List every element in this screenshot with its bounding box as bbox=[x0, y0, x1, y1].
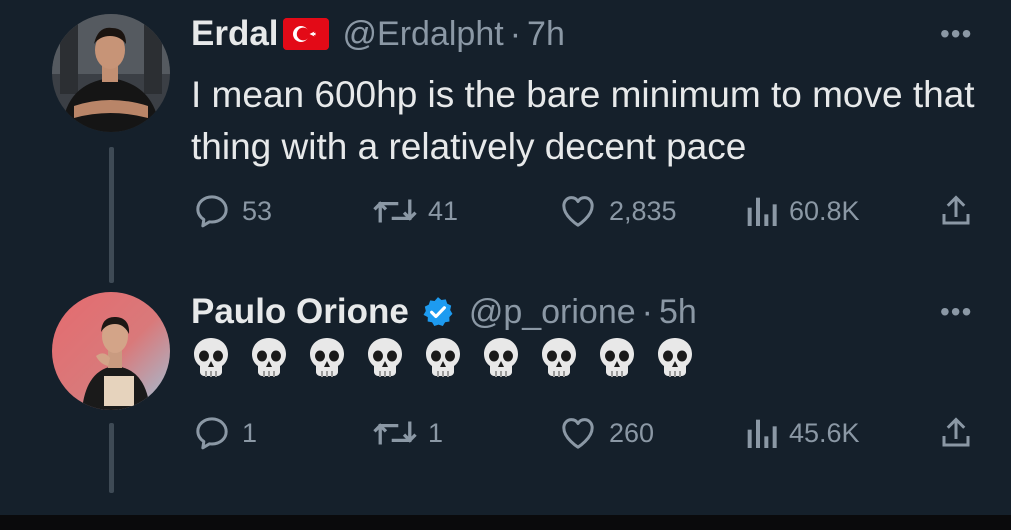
skull-emoji-icon bbox=[542, 338, 576, 377]
more-options-button[interactable]: ••• bbox=[940, 18, 972, 50]
thread-continuation-line bbox=[109, 423, 114, 493]
skull-emoji-icon bbox=[600, 338, 634, 377]
tweet-header: Paulo Orione @p_orione · 5h bbox=[191, 292, 697, 332]
views-count: 45.6K bbox=[789, 417, 860, 448]
repost-button[interactable]: 41 bbox=[372, 191, 458, 231]
share-icon bbox=[942, 417, 970, 447]
views-count: 60.8K bbox=[789, 195, 860, 226]
reply-button[interactable]: 53 bbox=[192, 191, 272, 231]
timeline-panel: Erdal @Erdalpht · 7h ••• I mean 600hp is… bbox=[0, 0, 1011, 515]
skull-emoji-icon bbox=[658, 338, 692, 377]
like-count: 260 bbox=[609, 417, 655, 448]
avatar-erdal-image bbox=[52, 14, 170, 132]
more-options-button[interactable]: ••• bbox=[940, 296, 972, 328]
bottom-edge bbox=[0, 515, 1011, 530]
share-button[interactable] bbox=[938, 413, 974, 453]
tweet-emoji-content bbox=[192, 336, 694, 382]
reply-count: 53 bbox=[242, 195, 273, 226]
skull-emoji-icon bbox=[368, 338, 402, 377]
share-button[interactable] bbox=[938, 191, 974, 231]
skull-emoji-icon bbox=[252, 338, 286, 377]
skull-emoji-icon bbox=[194, 338, 228, 377]
repost-icon bbox=[373, 421, 417, 445]
repost-icon bbox=[373, 199, 417, 223]
repost-count: 1 bbox=[428, 417, 444, 448]
repost-button[interactable]: 1 bbox=[372, 413, 443, 453]
tweet-header: Erdal @Erdalpht · 7h bbox=[191, 14, 565, 54]
skull-emoji-icon bbox=[310, 338, 344, 377]
views-button[interactable]: 60.8K bbox=[743, 191, 860, 231]
separator-dot: · bbox=[509, 14, 522, 53]
skull-emoji-icon bbox=[484, 338, 518, 377]
views-button[interactable]: 45.6K bbox=[743, 413, 860, 453]
reply-button[interactable]: 1 bbox=[192, 413, 257, 453]
verified-badge-icon bbox=[421, 295, 455, 329]
share-icon bbox=[942, 195, 970, 225]
views-chart-icon bbox=[747, 197, 777, 226]
thread-connector-line bbox=[109, 147, 114, 283]
like-count: 2,835 bbox=[609, 195, 677, 226]
skull-emoji-icon bbox=[426, 338, 460, 377]
like-button[interactable]: 260 bbox=[557, 413, 654, 453]
separator-dot: · bbox=[641, 292, 653, 331]
avatar-paulo-orione[interactable] bbox=[52, 292, 170, 410]
author-handle[interactable]: @Erdalpht bbox=[343, 15, 504, 54]
heart-icon bbox=[562, 196, 594, 227]
author-display-name[interactable]: Paulo Orione bbox=[191, 292, 409, 332]
avatar-paulo-image bbox=[52, 292, 170, 410]
heart-icon bbox=[562, 418, 594, 449]
reply-count: 1 bbox=[242, 417, 258, 448]
author-display-name[interactable]: Erdal bbox=[191, 14, 279, 54]
repost-count: 41 bbox=[428, 195, 459, 226]
reply-icon bbox=[196, 195, 228, 228]
avatar-erdal[interactable] bbox=[52, 14, 170, 132]
reply-icon bbox=[196, 417, 228, 450]
views-chart-icon bbox=[747, 419, 777, 448]
author-handle[interactable]: @p_orione bbox=[469, 293, 636, 332]
tweet-time[interactable]: 5h bbox=[659, 293, 697, 332]
tweet-time[interactable]: 7h bbox=[527, 15, 565, 54]
tweet-text: I mean 600hp is the bare minimum to move… bbox=[191, 74, 975, 167]
like-button[interactable]: 2,835 bbox=[557, 191, 677, 231]
turkey-flag-icon bbox=[282, 18, 329, 50]
